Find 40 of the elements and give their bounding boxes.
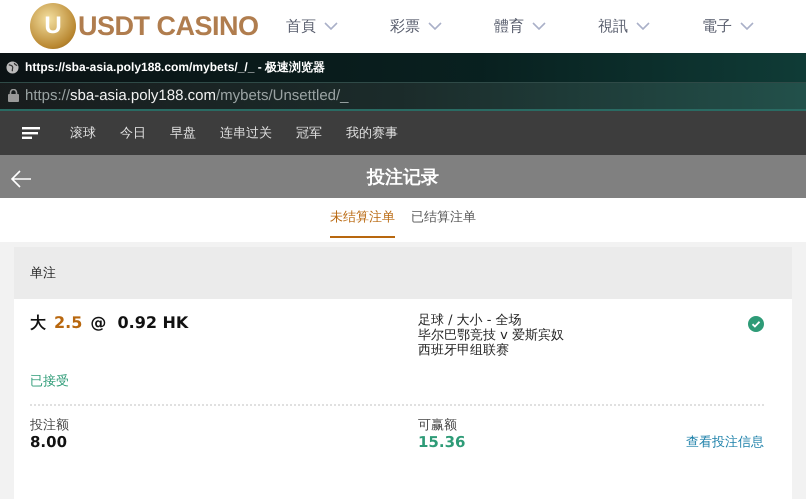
back-button[interactable] [10, 168, 32, 189]
menu-icon[interactable] [22, 126, 40, 139]
lock-icon [8, 89, 19, 102]
check-circle-icon [748, 316, 764, 332]
site-menu-item[interactable]: 視訊 [598, 16, 702, 36]
globe-icon [6, 60, 19, 74]
site-menu-item[interactable]: 體育 [494, 16, 598, 36]
league-text: 西班牙甲组联赛 [418, 343, 510, 358]
chevron-down-icon [740, 22, 754, 30]
sport-nav-item[interactable]: 今日 [120, 124, 146, 142]
tab[interactable]: 未结算注单 [330, 208, 395, 238]
stake-label: 投注额 [30, 418, 70, 434]
match-text: 毕尔巴鄂竞技 v 爱斯宾奴 [418, 328, 564, 344]
chevron-down-icon [636, 22, 650, 30]
bet-status: 已接受 [30, 373, 70, 390]
chevron-down-icon [532, 22, 546, 30]
sport-nav-item[interactable]: 我的赛事 [346, 124, 398, 142]
bet-selection: 大 [30, 313, 46, 334]
bet-odds: @ 0.92 HK [90, 313, 188, 332]
market-text: 足球 / 大小 - 全场 [418, 313, 522, 328]
sport-nav-item[interactable]: 早盘 [170, 124, 196, 142]
sport-nav-item[interactable]: 连串过关 [220, 124, 272, 142]
bet-line: 2.5 [54, 313, 82, 332]
logo-mark: U [30, 3, 76, 50]
sport-nav-item[interactable]: 滚球 [70, 124, 96, 142]
page-title: 投注记录 [367, 166, 439, 189]
site-menu-item[interactable]: 電子 [702, 16, 806, 36]
site-menu-item[interactable]: 首頁 [286, 16, 390, 36]
stake-amount: 8.00 [30, 433, 68, 452]
chevron-down-icon [324, 22, 338, 30]
win-amount: 15.36 [418, 433, 466, 452]
win-label: 可赢额 [418, 418, 458, 434]
tab[interactable]: 已结算注单 [411, 208, 476, 238]
card-header: 单注 [14, 247, 792, 300]
chevron-down-icon [428, 22, 442, 30]
bet-details-link[interactable]: 查看投注信息 [686, 432, 764, 451]
sport-nav-item[interactable]: 冠军 [296, 124, 322, 142]
logo-text: USDT CASINO [78, 10, 259, 42]
site-menu-item[interactable]: 彩票 [390, 16, 494, 36]
window-title: https://sba-asia.poly188.com/mybets/_/_ - 极速浏览器 [25, 58, 326, 76]
